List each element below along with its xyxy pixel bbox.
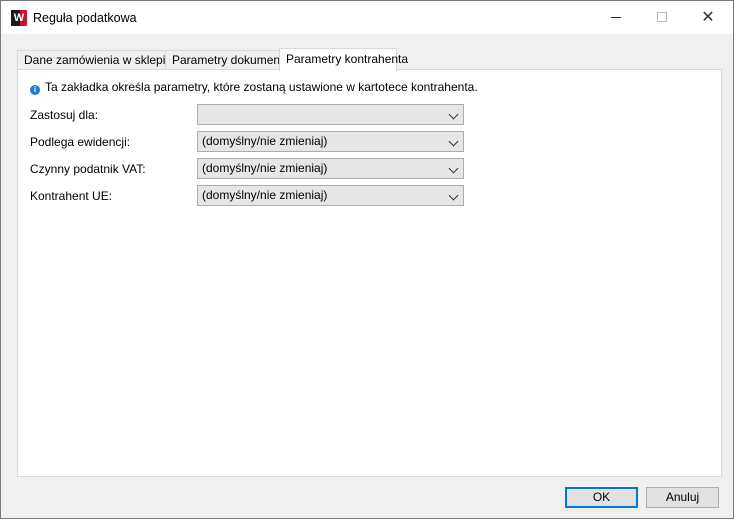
maximize-icon [657,12,667,22]
eu-contractor-value: (domyślny/nie zmieniaj) [202,188,328,202]
window-title: Reguła podatkowa [33,11,137,25]
eu-contractor-label: Kontrahent UE: [30,189,113,203]
app-icon: W [11,10,27,26]
tab-contractor-params[interactable]: Parametry kontrahenta [279,48,408,71]
tab-document-params[interactable]: Parametry dokumentu [165,50,290,70]
apply-for-label: Zastosuj dla: [30,108,99,122]
chevron-down-icon [448,190,459,201]
tab-label: Dane zamówienia w sklepie [24,53,173,67]
apply-for-select[interactable] [197,104,464,125]
register-subject-value: (domyślny/nie zmieniaj) [202,134,328,148]
active-vat-payer-select[interactable]: (domyślny/nie zmieniaj) [197,158,464,179]
tab-label: Parametry kontrahenta [286,52,409,66]
dialog-window: W Reguła podatkowa ✕ Dane zamówienia w s… [0,0,734,519]
chevron-down-icon [448,163,459,174]
tab-panel-contractor: i Ta zakładka określa parametry, które zo… [17,69,722,477]
register-subject-label: Podlega ewidencji: [30,135,131,149]
info-icon: i [30,85,40,95]
minimize-button[interactable] [593,1,639,34]
active-vat-payer-value: (domyślny/nie zmieniaj) [202,161,328,175]
tab-label: Parametry dokumentu [172,53,291,67]
active-vat-payer-label: Czynny podatnik VAT: [30,162,146,176]
title-bar[interactable]: W Reguła podatkowa ✕ [1,1,733,34]
tab-order-data[interactable]: Dane zamówienia w sklepie [17,50,172,70]
close-icon: ✕ [701,9,715,26]
info-message: i Ta zakładka określa parametry, które zo… [30,80,478,95]
chevron-down-icon [448,136,459,147]
minimize-icon [611,17,621,18]
eu-contractor-select[interactable]: (domyślny/nie zmieniaj) [197,185,464,206]
maximize-button [639,1,685,34]
info-text: Ta zakładka określa parametry, które zos… [45,80,478,94]
register-subject-select[interactable]: (domyślny/nie zmieniaj) [197,131,464,152]
close-button[interactable]: ✕ [685,1,731,34]
ok-button[interactable]: OK [565,487,638,508]
chevron-down-icon [448,109,459,120]
cancel-button[interactable]: Anuluj [646,487,719,508]
